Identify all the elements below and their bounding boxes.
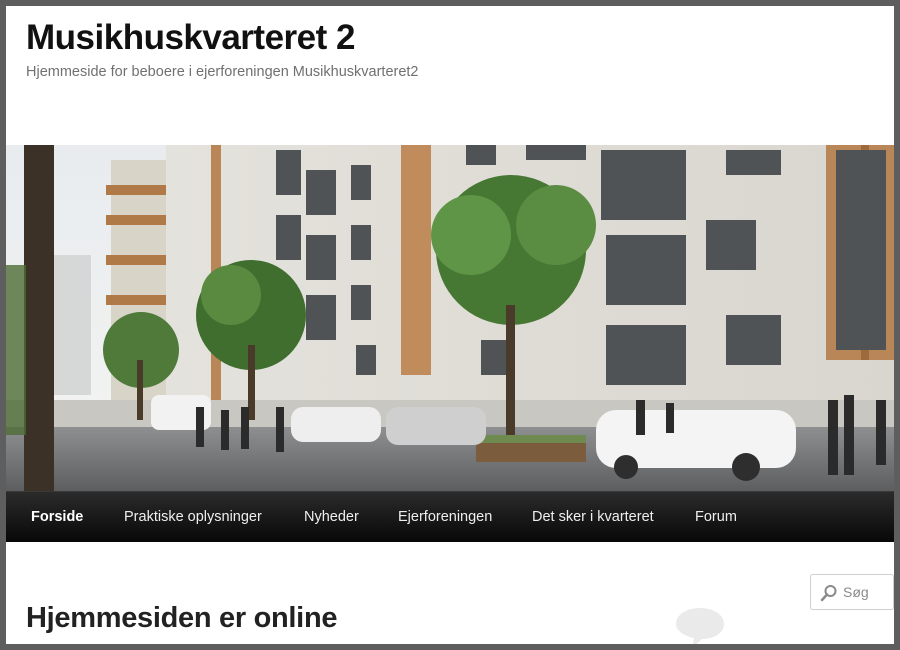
- search-box[interactable]: [810, 574, 894, 610]
- nav-item-ejerforeningen[interactable]: Ejerforeningen: [398, 492, 492, 543]
- post-title[interactable]: Hjemmesiden er online: [26, 602, 337, 635]
- nav-item-det-sker-i-kvarteret[interactable]: Det sker i kvarteret: [532, 492, 654, 543]
- browser-frame: Musikhuskvarteret 2 Hjemmeside for beboe…: [6, 6, 894, 644]
- banner-illustration: [6, 145, 894, 491]
- main-navigation: Forside Praktiske oplysninger Nyheder Ej…: [6, 491, 894, 542]
- nav-item-nyheder[interactable]: Nyheder: [304, 492, 359, 543]
- search-input[interactable]: [843, 582, 891, 602]
- header-banner-image[interactable]: [6, 145, 894, 491]
- nav-item-forum[interactable]: Forum: [695, 492, 737, 543]
- nav-item-forside[interactable]: Forside: [31, 492, 83, 543]
- nav-item-praktiske-oplysninger[interactable]: Praktiske oplysninger: [124, 492, 262, 543]
- search-icon: [820, 585, 837, 602]
- comment-bubble-icon[interactable]: [674, 604, 726, 644]
- site-tagline: Hjemmeside for beboere i ejerforeningen …: [26, 64, 419, 80]
- site-title[interactable]: Musikhuskvarteret 2: [26, 18, 355, 58]
